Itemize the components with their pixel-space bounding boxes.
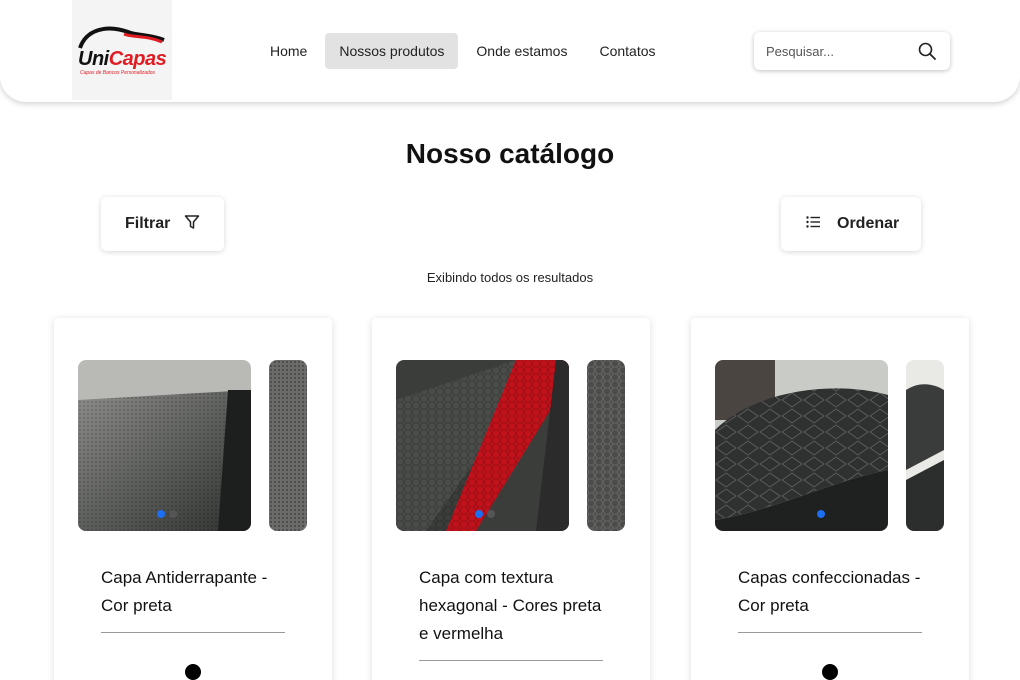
- search-input[interactable]: [766, 41, 906, 61]
- nav-item-home[interactable]: Home: [256, 33, 321, 69]
- carousel-dot[interactable]: [475, 510, 483, 518]
- product-title[interactable]: Capa Antiderrapante - Cor preta: [101, 564, 291, 620]
- product-image-next[interactable]: [587, 360, 625, 531]
- results-count: Exibindo todos os resultados: [426, 270, 594, 285]
- search-icon[interactable]: [918, 42, 936, 65]
- divider: [101, 632, 285, 633]
- nav-item-onde-estamos[interactable]: Onde estamos: [462, 33, 581, 69]
- product-image[interactable]: [78, 360, 251, 531]
- brand-name: UniCapas: [78, 48, 167, 70]
- brand-tagline: Capas de Bancos Personalizados: [80, 70, 156, 76]
- product-card[interactable]: Capa Antiderrapante - Cor preta: [54, 318, 332, 680]
- main-nav: Home Nossos produtos Onde estamos Contat…: [256, 33, 674, 69]
- bullet-icon: [185, 664, 201, 680]
- product-title[interactable]: Capa com textura hexagonal - Cores preta…: [419, 564, 609, 648]
- bullet-icon: [822, 664, 838, 680]
- carousel-dot[interactable]: [487, 510, 495, 518]
- divider: [738, 632, 922, 633]
- divider: [419, 660, 603, 661]
- order-label: Ordenar: [837, 215, 900, 232]
- product-image[interactable]: [715, 360, 888, 531]
- page-title: Nosso catálogo: [405, 138, 615, 169]
- brand-logo[interactable]: UniCapas Capas de Bancos Personalizados: [72, 0, 172, 100]
- nav-item-contatos[interactable]: Contatos: [585, 33, 669, 69]
- product-title[interactable]: Capas confeccionadas - Cor preta: [738, 564, 928, 620]
- product-image-next[interactable]: [269, 360, 307, 531]
- carousel-dot[interactable]: [157, 510, 165, 518]
- site-header: UniCapas Capas de Bancos Personalizados …: [0, 0, 1020, 102]
- filter-label: Filtrar: [125, 215, 171, 232]
- carousel-dots: [817, 510, 829, 518]
- filter-button[interactable]: Filtrar: [101, 197, 224, 251]
- product-card[interactable]: Capa com textura hexagonal - Cores preta…: [372, 318, 650, 680]
- list-icon: [806, 215, 821, 233]
- filter-icon: [184, 214, 200, 235]
- nav-item-nossos-produtos[interactable]: Nossos produtos: [325, 33, 459, 69]
- carousel-dot[interactable]: [817, 510, 825, 518]
- carousel-dots: [157, 510, 181, 518]
- carousel-dots: [475, 510, 499, 518]
- product-card[interactable]: Capas confeccionadas - Cor preta: [691, 318, 969, 680]
- carousel-dot[interactable]: [169, 510, 177, 518]
- product-image-next[interactable]: [906, 360, 944, 531]
- order-button[interactable]: Ordenar: [781, 197, 921, 251]
- search-box: [754, 32, 950, 70]
- product-image[interactable]: [396, 360, 569, 531]
